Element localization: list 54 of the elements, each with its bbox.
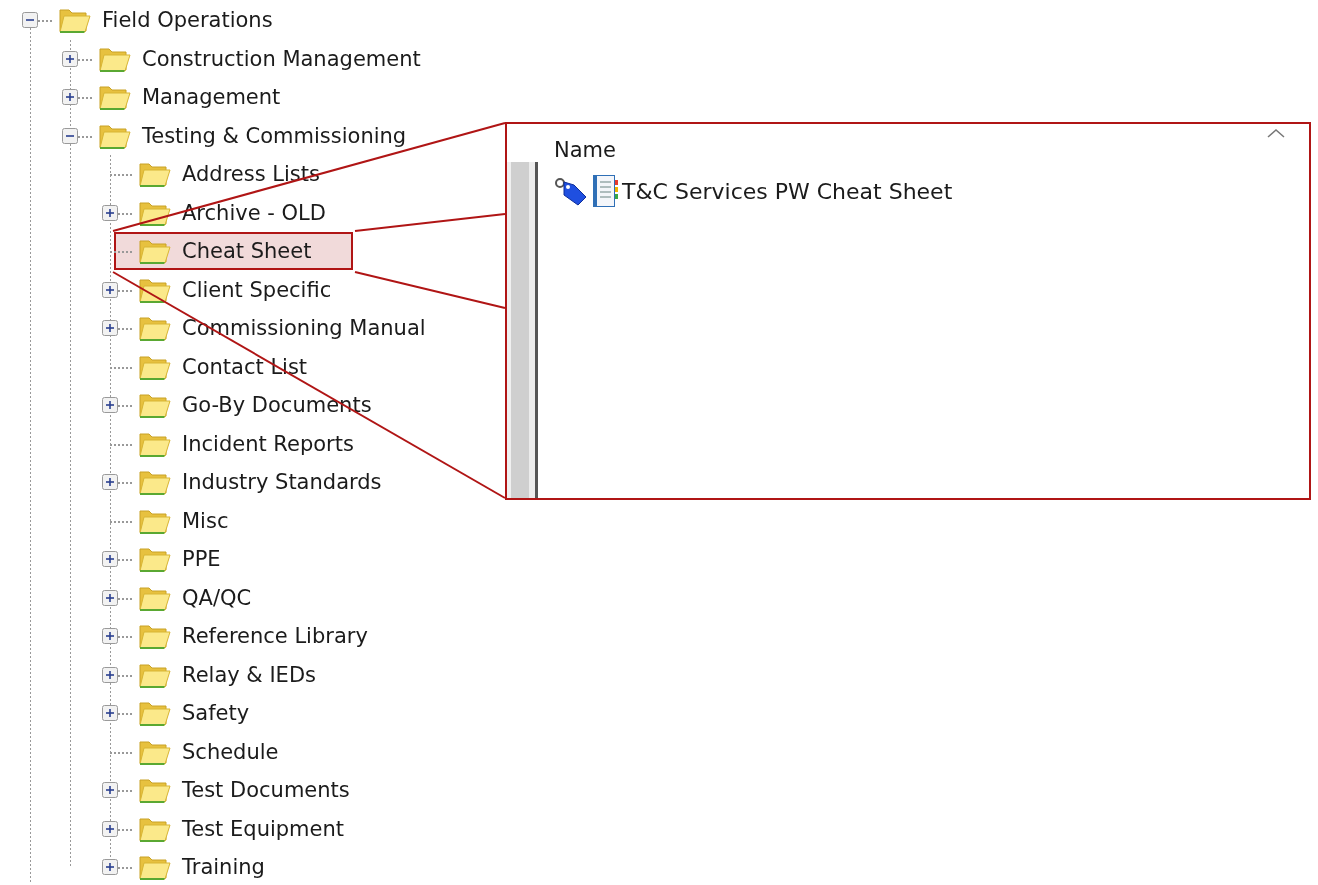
expand-button[interactable] — [102, 474, 118, 491]
expand-button[interactable] — [102, 820, 118, 837]
tree-item[interactable]: Misc — [132, 501, 271, 540]
tree-item[interactable]: Schedule — [132, 732, 321, 771]
expand-button[interactable] — [102, 397, 118, 414]
expand-button[interactable] — [102, 281, 118, 298]
column-header[interactable]: Name — [554, 138, 616, 162]
expand-button[interactable] — [102, 628, 118, 645]
folder-icon — [138, 545, 172, 574]
folder-icon — [138, 391, 172, 420]
tree-item[interactable]: Training — [132, 848, 307, 885]
folder-icon — [138, 622, 172, 651]
notebook-icon — [590, 174, 620, 208]
tree-item[interactable]: Test Documents — [132, 771, 392, 810]
tree-item[interactable]: QA/QC — [132, 578, 294, 617]
tree-item[interactable]: Address Lists — [132, 155, 362, 194]
folder-icon — [98, 83, 132, 112]
file-name[interactable]: T&C Services PW Cheat Sheet — [622, 178, 953, 204]
tree-item[interactable]: Management — [92, 78, 323, 117]
folder-icon — [138, 699, 172, 728]
folder-icon — [138, 468, 172, 497]
tree-item[interactable]: Field Operations — [52, 1, 315, 40]
folder-icon — [58, 6, 92, 35]
tree-item[interactable]: Client Specific — [132, 270, 374, 309]
sort-caret-icon — [1267, 128, 1285, 138]
folder-icon — [138, 160, 172, 189]
folder-icon — [138, 853, 172, 882]
expand-button[interactable] — [102, 320, 118, 337]
tree-item[interactable]: Industry Standards — [132, 463, 424, 502]
tree-item[interactable]: Safety — [132, 694, 292, 733]
expand-button[interactable] — [102, 589, 118, 606]
tree-item[interactable]: Relay & IEDs — [132, 655, 358, 694]
tree-item[interactable]: Reference Library — [132, 617, 410, 656]
expand-button[interactable] — [102, 666, 118, 683]
collapse-button[interactable] — [22, 12, 38, 29]
expand-button[interactable] — [62, 89, 78, 106]
tree-item[interactable]: Incident Reports — [132, 424, 396, 463]
expand-button[interactable] — [102, 859, 118, 876]
folder-icon — [138, 237, 172, 266]
tree-item[interactable]: Construction Management — [92, 39, 463, 78]
tree-item[interactable]: Archive - OLD — [132, 193, 368, 232]
tree-item[interactable]: Cheat Sheet — [114, 232, 354, 271]
expand-button[interactable] — [62, 50, 78, 67]
tree-item[interactable]: PPE — [132, 540, 263, 579]
scrollbar[interactable] — [507, 162, 538, 498]
expand-button[interactable] — [102, 705, 118, 722]
folder-icon — [138, 314, 172, 343]
folder-icon — [138, 776, 172, 805]
expand-button[interactable] — [102, 782, 118, 799]
collapse-button[interactable] — [62, 127, 78, 144]
tree-item[interactable]: Testing & Commissioning — [92, 116, 449, 155]
expand-button[interactable] — [102, 551, 118, 568]
expand-button[interactable] — [102, 204, 118, 221]
tree-item[interactable]: Test Equipment — [132, 809, 387, 848]
